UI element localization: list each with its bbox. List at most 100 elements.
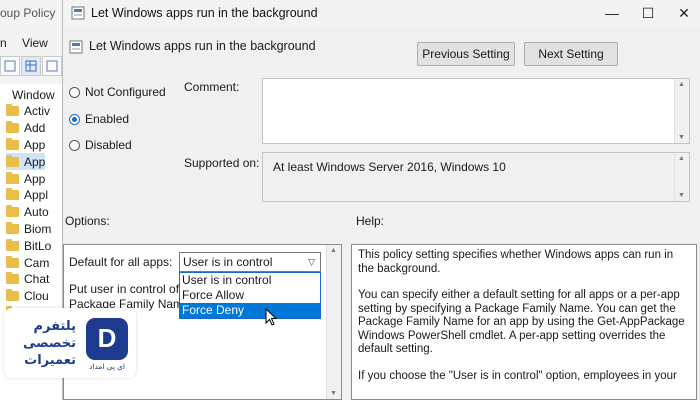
tree-item[interactable]: App <box>6 170 45 187</box>
supported-on-box: At least Windows Server 2016, Windows 10… <box>262 152 690 202</box>
chevron-down-icon[interactable]: ▽ <box>308 253 315 271</box>
menu-item-view[interactable]: View <box>22 36 48 50</box>
tree-item-label: Add <box>24 121 46 136</box>
put-user-in-control-label: Put user in control of <box>69 282 180 296</box>
tree-item[interactable]: App <box>6 153 46 171</box>
help-panel: This policy setting specifies whether Wi… <box>351 244 697 400</box>
editor-toolbar <box>0 56 62 76</box>
tree-item-label: Window <box>12 87 55 102</box>
options-label: Options: <box>65 214 110 228</box>
options-scrollbar[interactable]: ▲ ▼ <box>326 245 341 399</box>
close-button[interactable]: ✕ <box>669 3 699 23</box>
scroll-down-icon[interactable]: ▼ <box>678 192 685 199</box>
tree-item[interactable]: Cam <box>6 254 49 271</box>
menu-item-action[interactable]: n <box>0 36 7 50</box>
scroll-down-icon[interactable]: ▼ <box>678 134 685 141</box>
tree-item-label: Biom <box>24 221 52 236</box>
tree-item[interactable]: Add <box>6 120 45 137</box>
tree-item-label: Auto <box>24 205 49 220</box>
dropdown-option-force-allow[interactable]: Force Allow <box>180 288 320 303</box>
comment-label: Comment: <box>184 80 240 94</box>
radio-circle[interactable] <box>69 113 80 125</box>
previous-setting-button[interactable]: Previous Setting <box>417 42 515 66</box>
folder-icon <box>6 289 19 302</box>
toolbar-help-icon[interactable] <box>42 56 62 76</box>
dropdown-option-force-deny[interactable]: Force Deny <box>180 303 320 318</box>
default-apps-dropdown-list: User is in control Force Allow Force Den… <box>179 272 321 319</box>
tree-item-label: Clou <box>24 289 49 304</box>
default-for-all-apps-label: Default for all apps: <box>69 255 173 269</box>
folder-icon <box>6 121 19 134</box>
next-setting-button[interactable]: Next Setting <box>524 42 618 66</box>
tree-item-label: Cam <box>24 255 50 270</box>
help-text: This policy setting specifies whether Wi… <box>358 249 688 396</box>
tree-item[interactable]: Appl <box>6 187 48 204</box>
watermark-line-2: تخصصی <box>22 335 76 350</box>
tree-item[interactable]: BitLo <box>6 237 51 254</box>
folder-icon <box>6 154 19 167</box>
policy-setting-icon <box>69 40 83 54</box>
tree-item[interactable]: App <box>6 136 45 153</box>
radio-not-configured[interactable]: Not Configured <box>69 85 166 99</box>
help-paragraph: If you choose the "User is in control" o… <box>358 369 677 382</box>
tree-item-label: Appl <box>24 188 49 203</box>
watermark-line-3: تعمیرات <box>24 352 76 367</box>
scroll-up-icon[interactable]: ▲ <box>330 247 337 254</box>
scroll-up-icon[interactable]: ▲ <box>678 81 685 88</box>
help-label: Help: <box>356 214 385 228</box>
supported-on-label: Supported on: <box>184 156 260 170</box>
folder-icon <box>6 171 19 184</box>
radio-label: Disabled <box>85 138 132 152</box>
toolbar-grid-icon[interactable] <box>21 56 41 76</box>
radio-circle[interactable] <box>69 139 80 151</box>
maximize-button[interactable]: ☐ <box>633 3 663 23</box>
policy-setting-icon <box>71 6 85 20</box>
folder-icon <box>6 272 19 285</box>
tree-item-label: BitLo <box>24 238 52 253</box>
radio-label: Not Configured <box>85 85 166 99</box>
tree-item[interactable]: Window <box>12 86 55 103</box>
tree-item[interactable]: Chat <box>6 271 49 288</box>
toolbar-properties-icon[interactable] <box>0 56 20 76</box>
tree-item[interactable]: Auto <box>6 204 49 221</box>
dropdown-option-user-in-control[interactable]: User is in control <box>180 273 320 288</box>
dialog-titlebar: Let Windows apps run in the background —… <box>63 0 700 26</box>
tree-item[interactable]: Clou <box>6 288 49 305</box>
dialog-title: Let Windows apps run in the background <box>91 6 318 20</box>
help-paragraph: This policy setting specifies whether Wi… <box>358 249 674 275</box>
policy-title: Let Windows apps run in the background <box>89 39 316 53</box>
help-paragraph: You can specify either a default setting… <box>358 289 685 355</box>
policy-setting-dialog: Let Windows apps run in the background —… <box>62 0 700 400</box>
folder-icon <box>6 104 19 117</box>
mouse-cursor-icon <box>265 308 278 326</box>
tree-item[interactable]: Biom <box>6 220 51 237</box>
folder-icon <box>6 221 19 234</box>
tree-item-label: App <box>24 137 46 152</box>
editor-title: oup Policy <box>0 6 56 20</box>
comment-input[interactable]: ▲ ▼ <box>262 78 690 144</box>
radio-disabled[interactable]: Disabled <box>69 138 132 152</box>
tree-item-label: Activ <box>24 104 51 119</box>
brand-logo-icon: D <box>86 318 128 360</box>
supported-on-value: At least Windows Server 2016, Windows 10 <box>273 160 506 174</box>
tree-item-label: App <box>24 154 46 169</box>
brand-watermark: پلتفرم تخصصی تعمیرات D ای پی امداد <box>4 308 136 378</box>
folder-icon <box>6 188 19 201</box>
minimize-button[interactable]: — <box>597 3 627 23</box>
select-value: User is in control <box>183 255 273 269</box>
tree-item[interactable]: Activ <box>6 103 50 120</box>
watermark-line-1: پلتفرم <box>33 318 76 333</box>
folder-icon <box>6 238 19 251</box>
radio-label: Enabled <box>85 112 130 126</box>
radio-circle[interactable] <box>69 86 80 98</box>
folder-icon <box>6 255 19 268</box>
supported-scrollbar[interactable]: ▲ ▼ <box>674 153 689 201</box>
editor-menu-bar: n View <box>0 36 60 50</box>
tree-item-label: Chat <box>24 272 50 287</box>
scroll-down-icon[interactable]: ▼ <box>330 390 337 397</box>
folder-icon <box>6 137 19 150</box>
default-apps-select[interactable]: User is in control ▽ <box>179 252 321 272</box>
scroll-up-icon[interactable]: ▲ <box>678 155 685 162</box>
comment-scrollbar[interactable]: ▲ ▼ <box>674 79 689 143</box>
radio-enabled[interactable]: Enabled <box>69 112 129 126</box>
